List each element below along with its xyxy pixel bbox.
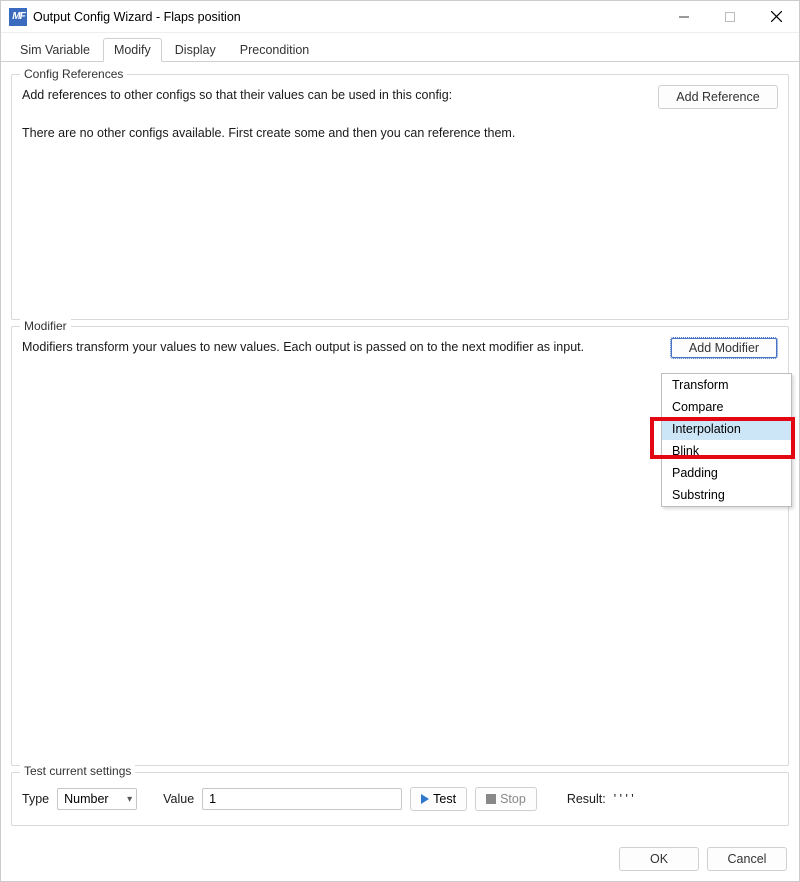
ok-button[interactable]: OK <box>619 847 699 871</box>
window-title: Output Config Wizard - Flaps position <box>33 10 241 24</box>
group-config-references: Config References Add references to othe… <box>11 74 789 320</box>
dialog-footer: OK Cancel <box>619 847 787 871</box>
group-test-settings: Test current settings Type Number ▾ Valu… <box>11 772 789 826</box>
menu-item-compare[interactable]: Compare <box>662 396 791 418</box>
group-config-legend: Config References <box>20 67 127 81</box>
tab-sim-variable[interactable]: Sim Variable <box>9 38 101 62</box>
tab-modify[interactable]: Modify <box>103 38 162 62</box>
play-icon <box>421 794 429 804</box>
config-ref-desc: Add references to other configs so that … <box>22 85 646 105</box>
test-button-label: Test <box>433 792 456 806</box>
close-button[interactable] <box>753 1 799 32</box>
maximize-button[interactable] <box>707 1 753 32</box>
window-controls <box>661 1 799 32</box>
minimize-button[interactable] <box>661 1 707 32</box>
app-icon: MF <box>9 8 27 26</box>
result-value: ' ' ' ' <box>614 792 634 806</box>
add-modifier-button[interactable]: Add Modifier <box>670 337 778 359</box>
stop-button-label: Stop <box>500 792 526 806</box>
stop-icon <box>486 794 496 804</box>
modifier-desc: Modifiers transform your values to new v… <box>22 337 658 357</box>
test-button[interactable]: Test <box>410 787 467 811</box>
menu-item-interpolation[interactable]: Interpolation <box>662 418 791 440</box>
menu-item-padding[interactable]: Padding <box>662 462 791 484</box>
menu-item-transform[interactable]: Transform <box>662 374 791 396</box>
tab-bar: Sim Variable Modify Display Precondition <box>1 33 799 62</box>
result-label: Result: <box>567 792 606 806</box>
add-modifier-menu: Transform Compare Interpolation Blink Pa… <box>661 373 792 507</box>
config-ref-empty: There are no other configs available. Fi… <box>22 123 646 143</box>
menu-item-substring[interactable]: Substring <box>662 484 791 506</box>
group-modifier-legend: Modifier <box>20 319 71 333</box>
add-reference-button[interactable]: Add Reference <box>658 85 778 109</box>
value-label: Value <box>163 792 194 806</box>
chevron-down-icon: ▾ <box>127 794 132 805</box>
tab-display[interactable]: Display <box>164 38 227 62</box>
titlebar: MF Output Config Wizard - Flaps position <box>1 1 799 33</box>
cancel-button[interactable]: Cancel <box>707 847 787 871</box>
type-select-value: Number <box>64 792 108 806</box>
menu-item-blink[interactable]: Blink <box>662 440 791 462</box>
type-select[interactable]: Number ▾ <box>57 788 137 810</box>
tab-precondition[interactable]: Precondition <box>229 38 321 62</box>
group-test-legend: Test current settings <box>20 764 135 778</box>
type-label: Type <box>22 792 49 806</box>
stop-button[interactable]: Stop <box>475 787 537 811</box>
value-input[interactable] <box>202 788 402 810</box>
